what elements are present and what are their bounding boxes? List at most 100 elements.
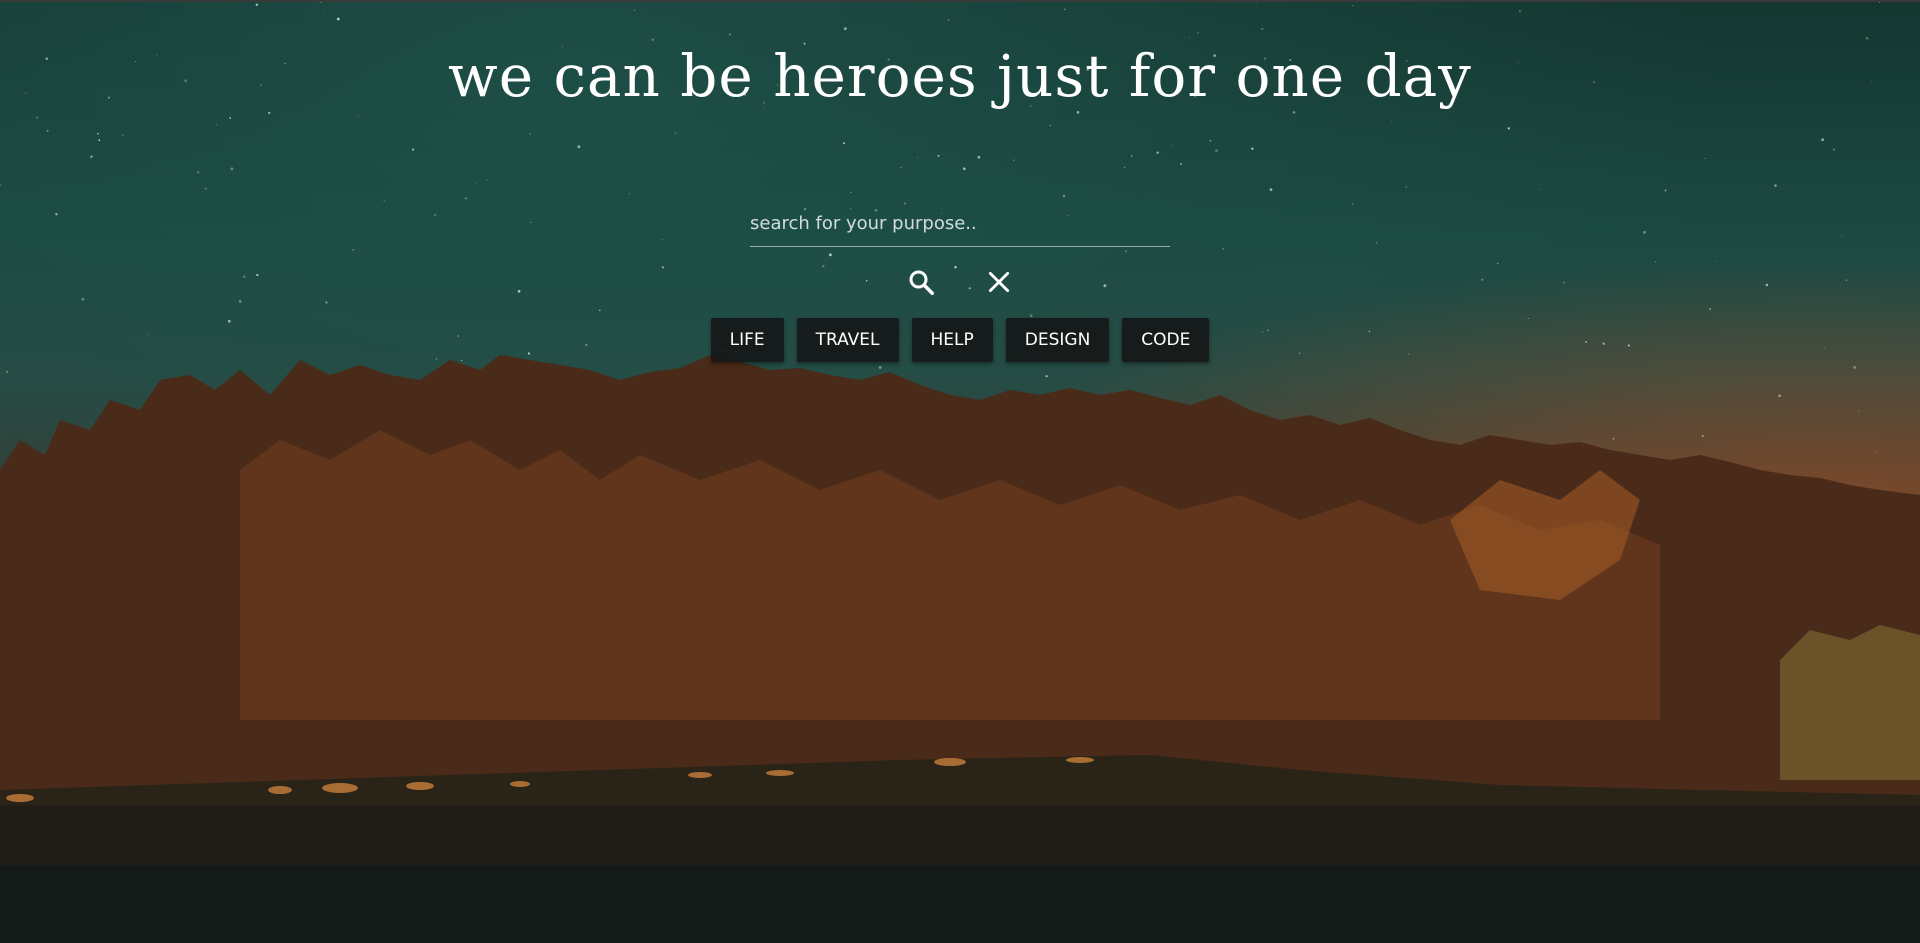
star [1562,281,1565,284]
star [577,145,581,149]
star [842,142,845,145]
category-buttons: LIFE TRAVEL HELP DESIGN CODE [0,318,1920,362]
star [196,171,200,174]
star [1171,145,1172,147]
star [1709,308,1711,310]
star [850,191,852,193]
page: we can be heroes just for one day LIFE T… [0,0,1920,943]
star [1045,375,1048,378]
star [865,280,868,282]
star [1013,159,1015,161]
star [434,213,437,216]
star [529,133,531,135]
star [98,139,101,142]
star [900,166,902,169]
star [1063,8,1066,10]
star [475,183,477,184]
star [954,265,957,269]
star [517,289,521,293]
star [917,157,919,159]
star [1858,410,1860,412]
star [1375,242,1378,244]
star [1103,284,1107,288]
background-landscape [0,0,1920,943]
star [1765,283,1769,287]
star [230,167,234,171]
star [1612,437,1615,440]
star [1833,148,1835,151]
page-title: we can be heroes just for one day [448,42,1472,110]
close-icon [988,271,1010,293]
category-button-help[interactable]: HELP [911,318,993,362]
star [238,300,242,303]
star [634,10,636,11]
star [1189,37,1191,39]
star [325,301,328,304]
star [651,38,654,41]
star [1261,28,1264,31]
lake-reflection [0,805,1920,865]
star [1701,435,1704,437]
star [1125,250,1127,253]
star [411,148,415,151]
star [1222,248,1224,250]
star [1879,1,1881,3]
star [1156,151,1159,154]
star [1062,194,1066,198]
category-button-design[interactable]: DESIGN [1005,318,1110,362]
star [1269,188,1273,192]
search-button[interactable] [903,264,939,300]
star [1540,189,1542,191]
star [1716,261,1718,262]
star [229,117,232,119]
star [937,154,940,157]
star [90,155,93,158]
star [674,132,676,134]
star [962,167,966,171]
star [122,134,124,136]
star [1076,111,1080,114]
star [1664,189,1667,192]
star [464,197,468,200]
star [1778,394,1781,398]
star [828,253,832,257]
star [486,179,488,181]
star [1352,5,1354,7]
star [1130,155,1133,157]
star [1124,167,1126,169]
star [1391,121,1393,123]
star [878,366,882,369]
star [35,116,39,119]
star [1292,111,1296,114]
star [598,309,601,312]
star [55,213,58,216]
star [357,115,359,116]
clear-button[interactable] [981,264,1017,300]
category-button-life[interactable]: LIFE [710,318,784,362]
star [1875,451,1877,454]
star [662,239,663,241]
search-icon [909,270,934,295]
star [215,124,217,126]
star [1841,236,1843,238]
star [1215,149,1218,152]
star [383,199,385,202]
star [1865,36,1869,40]
star [46,129,49,132]
star [256,274,259,277]
star [629,193,630,195]
category-button-code[interactable]: CODE [1122,318,1210,362]
star [81,297,85,301]
star [728,33,731,36]
star [1352,203,1354,205]
star [204,187,207,190]
star [6,370,9,373]
top-border [0,0,1920,2]
star [1197,31,1199,34]
category-button-travel[interactable]: TRAVEL [796,318,899,362]
star [1654,261,1657,263]
search-input[interactable] [750,204,1170,242]
star [1518,10,1521,13]
star [1256,2,1257,4]
star [977,155,981,159]
